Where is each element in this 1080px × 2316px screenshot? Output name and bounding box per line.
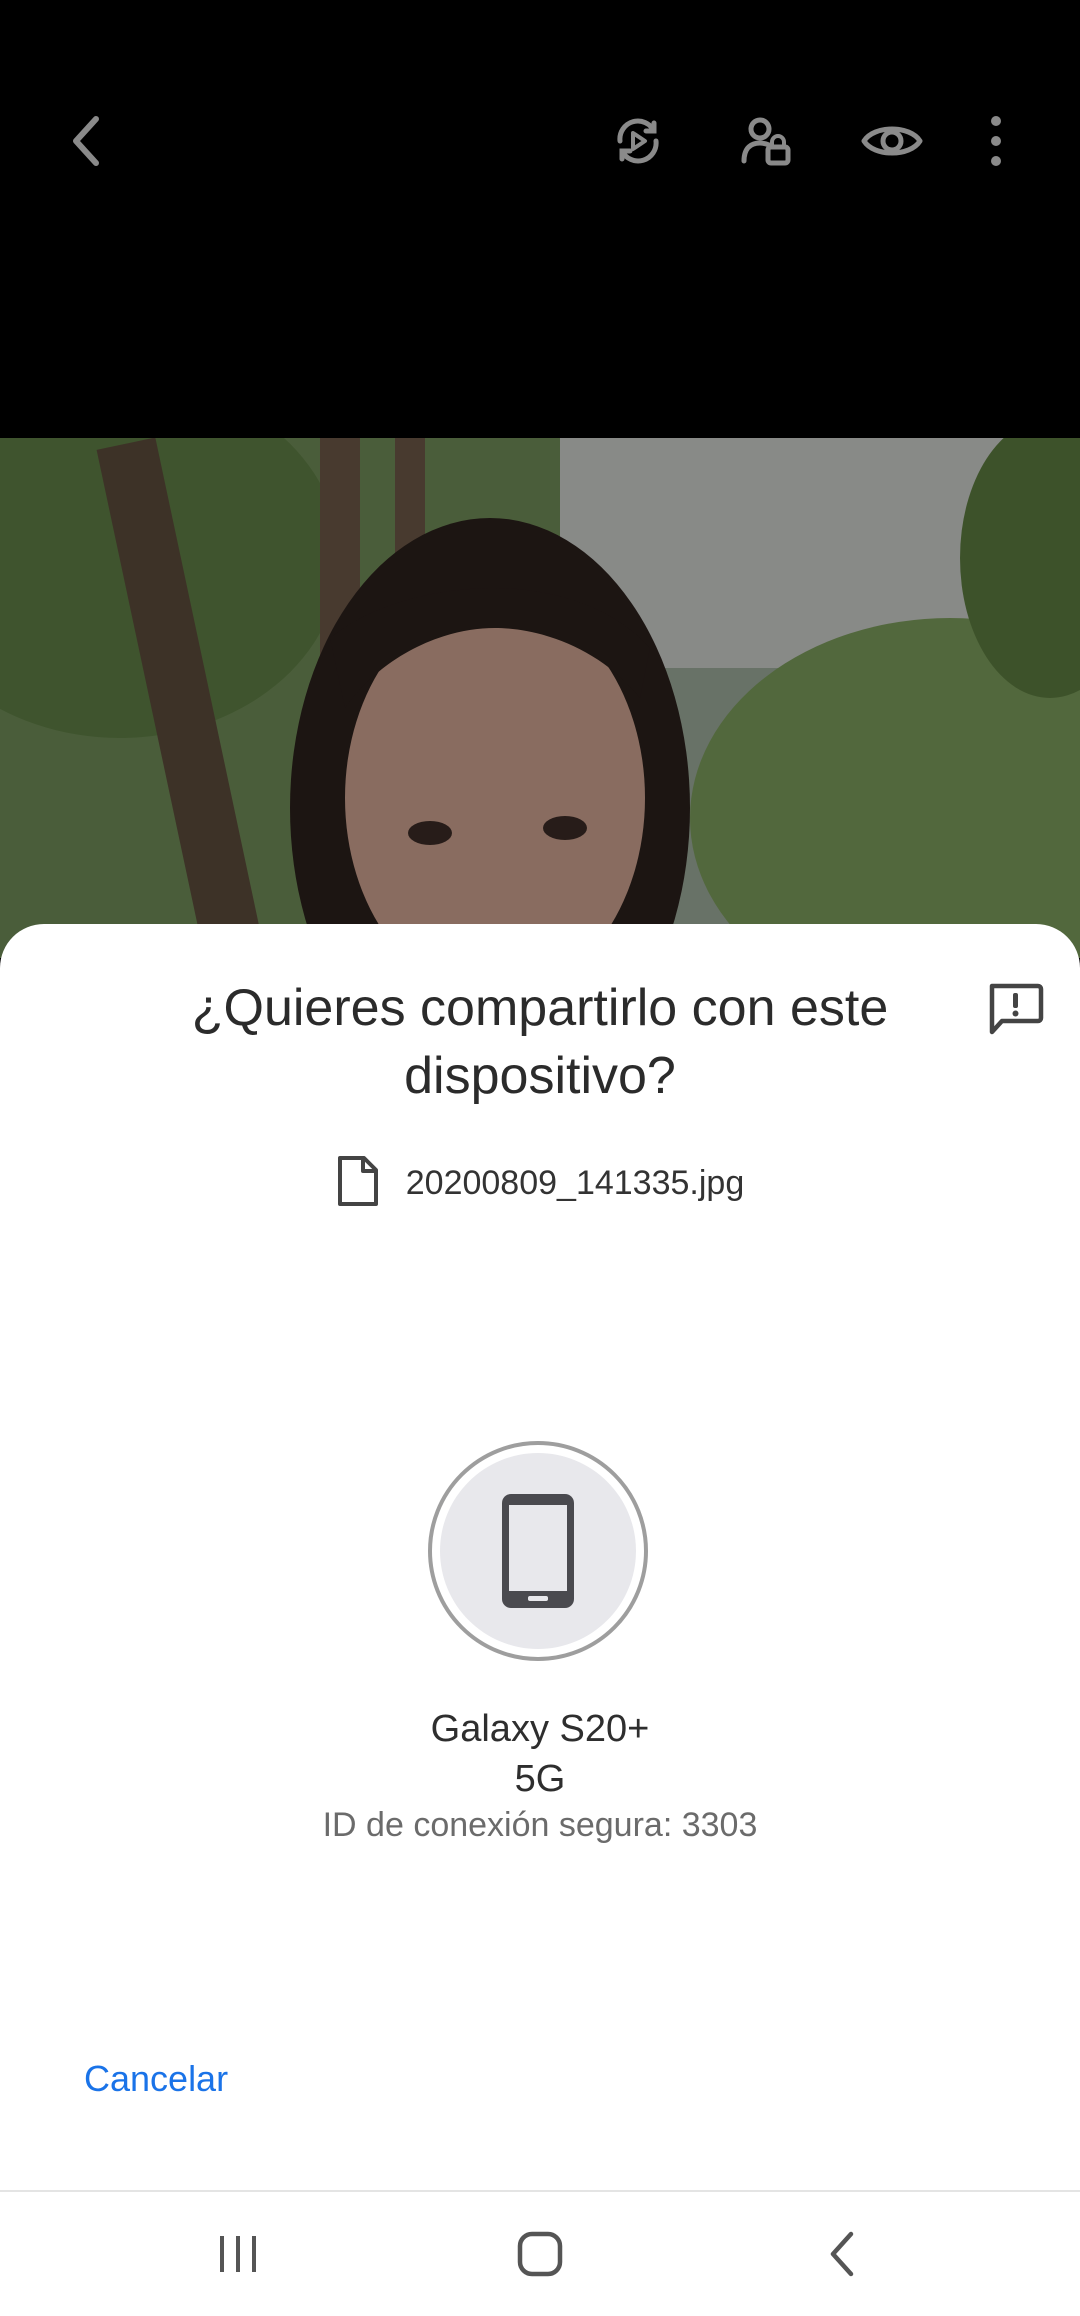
device-name-line2: 5G [514, 1758, 566, 1800]
secure-id-label: ID de conexión segura: [322, 1806, 673, 1844]
feedback-icon[interactable] [975, 969, 1055, 1049]
more-vert-icon[interactable] [948, 93, 1044, 189]
motion-photo-icon[interactable] [590, 93, 686, 189]
device-name-line1: Galaxy S20+ [430, 1708, 650, 1750]
people-tag-icon[interactable] [718, 93, 814, 189]
secure-connection-id: ID de conexión segura: 3303 [0, 1806, 1080, 1845]
file-row: 20200809_141335.jpg [0, 1154, 1080, 1213]
back-icon[interactable] [38, 93, 134, 189]
file-icon [336, 1154, 380, 1213]
recents-icon[interactable] [178, 2212, 298, 2296]
nav-back-icon[interactable] [782, 2212, 902, 2296]
gallery-toolbar [0, 0, 1080, 438]
smartphone-icon [502, 1494, 574, 1608]
cancel-button[interactable]: Cancelar [84, 2058, 228, 2100]
device-avatar [440, 1453, 636, 1649]
photo-preview [0, 438, 1080, 958]
eye-icon[interactable] [844, 93, 940, 189]
home-icon[interactable] [480, 2212, 600, 2296]
photo-dim-overlay [0, 438, 1080, 958]
file-name: 20200809_141335.jpg [405, 1164, 745, 1202]
device-name: Galaxy S20+ 5G [0, 1704, 1080, 1804]
share-dialog: ¿Quieres compartirlo con este dispositiv… [0, 924, 1080, 2192]
device-target-button[interactable] [428, 1441, 648, 1661]
dialog-title: ¿Quieres compartirlo con este dispositiv… [120, 974, 960, 1110]
dialog-title-line2: dispositivo? [404, 1047, 676, 1105]
navigation-bar [0, 2192, 1080, 2316]
secure-id-value: 3303 [681, 1806, 758, 1844]
dialog-title-line1: ¿Quieres compartirlo con este [191, 979, 889, 1037]
